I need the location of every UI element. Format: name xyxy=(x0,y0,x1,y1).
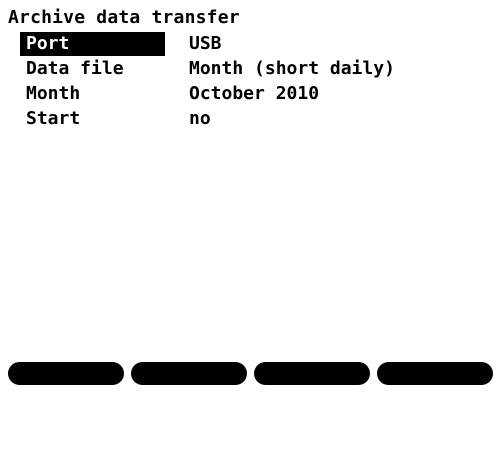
setting-row-month[interactable]: Month October 2010 xyxy=(20,82,480,106)
display-screen: Archive data transfer Port USB Data file… xyxy=(0,0,497,428)
arrow-up-icon xyxy=(429,411,441,428)
setting-value-start: no xyxy=(189,108,211,129)
menu-button-label: Menu xyxy=(75,387,115,406)
setting-row-start[interactable]: Start no xyxy=(20,107,480,131)
setting-label-port: Port xyxy=(20,32,165,56)
scroll-down-button[interactable] xyxy=(254,362,370,427)
setting-row-data-file[interactable]: Data file Month (short daily) xyxy=(20,57,480,81)
setting-value-port: USB xyxy=(189,33,222,54)
setting-label-start: Start xyxy=(26,108,81,129)
menu-button[interactable]: Menu xyxy=(8,362,124,406)
change-button[interactable]: Change xyxy=(131,362,247,406)
arrow-down-icon xyxy=(306,411,318,427)
softkey-bar: Menu Change xyxy=(0,362,497,428)
setting-value-data-file: Month (short daily) xyxy=(189,58,395,79)
change-button-label: Change xyxy=(189,387,247,406)
setting-label-month: Month xyxy=(26,83,81,104)
screen-title: Archive data transfer xyxy=(8,7,240,28)
setting-value-month: October 2010 xyxy=(189,83,320,104)
setting-row-port[interactable]: Port USB xyxy=(20,32,480,56)
setting-label-data-file: Data file xyxy=(26,58,124,79)
scroll-up-button[interactable] xyxy=(377,362,493,428)
